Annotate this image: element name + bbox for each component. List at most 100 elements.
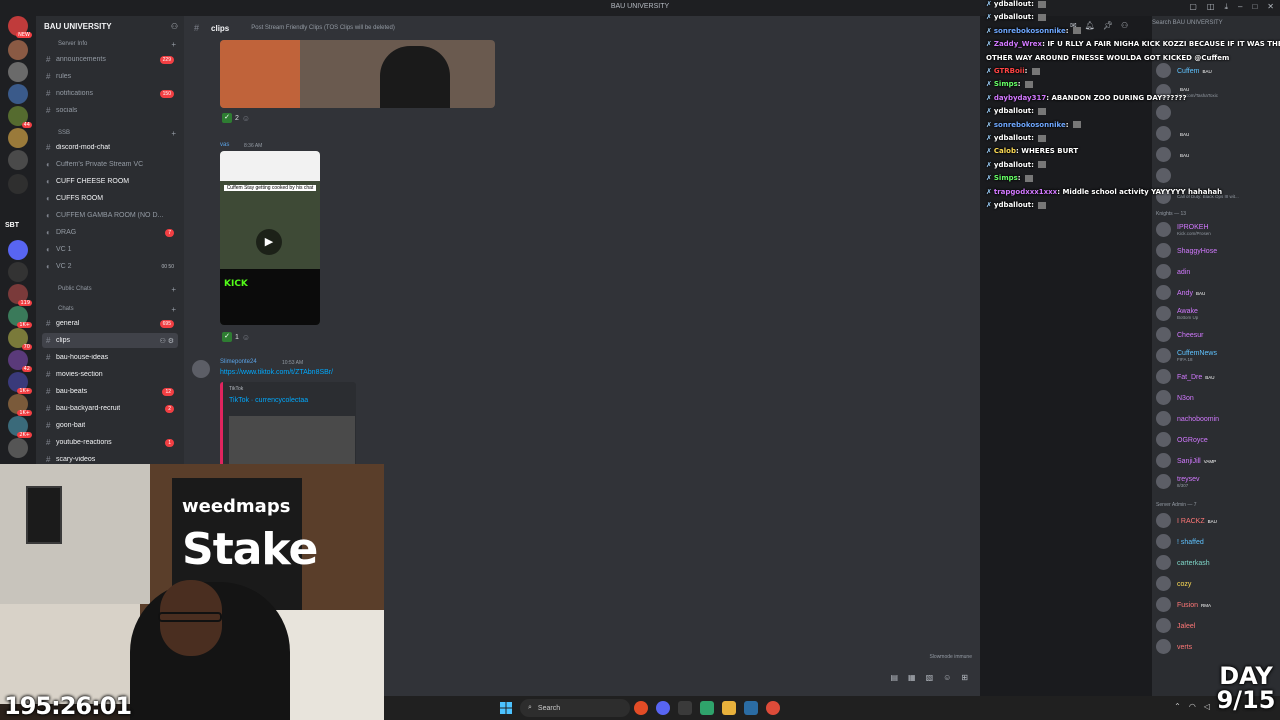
server-icon[interactable] [8, 438, 28, 458]
steam-icon[interactable] [744, 701, 758, 715]
plus-icon[interactable]: + [171, 129, 176, 138]
voice-channel[interactable]: ◐ CUFFS ROOM [42, 191, 178, 206]
message-author[interactable]: vas [220, 142, 229, 148]
member-item[interactable]: OGRoyce [1154, 429, 1278, 449]
category-public-chats[interactable]: Public Chats [58, 286, 92, 292]
channel-socials[interactable]: # socials [42, 103, 178, 118]
member-item[interactable]: N3on [1154, 387, 1278, 407]
reaction-check[interactable]: ✓ 2 ☺ [222, 113, 250, 123]
gift-icon[interactable]: ▤ [890, 673, 898, 682]
app-icon[interactable] [700, 701, 714, 715]
member-item[interactable]: adin [1154, 261, 1278, 281]
server-icon[interactable]: 119 [8, 284, 32, 306]
channel-bau-beats[interactable]: # bau-beats 12 [42, 384, 178, 399]
add-reaction-icon[interactable]: ☺ [242, 333, 250, 342]
member-item[interactable]: SanjiJill VAMP [1154, 450, 1278, 470]
message-image[interactable] [220, 40, 495, 108]
member-item[interactable]: I RACKZ BAU [1154, 510, 1278, 530]
channel-discord-mod-chat[interactable]: # discord-mod-chat [42, 140, 178, 155]
volume-icon[interactable]: ◁ [1204, 702, 1210, 711]
member-item[interactable]: Cheesur [1154, 324, 1278, 344]
member-item[interactable]: ! shaffed [1154, 531, 1278, 551]
server-icon[interactable]: 1K+ [8, 372, 32, 394]
channel-goon-bait[interactable]: # goon-bait [42, 418, 178, 433]
channel-movies-section[interactable]: # movies-section [42, 367, 178, 382]
member-item[interactable]: Andy BAU [1154, 282, 1278, 302]
discord-icon[interactable] [656, 701, 670, 715]
chrome-icon[interactable] [634, 701, 648, 715]
server-icon[interactable] [8, 240, 28, 260]
channel-youtube-reactions[interactable]: # youtube-reactions 1 [42, 435, 178, 450]
add-reaction-icon[interactable]: ☺ [242, 114, 250, 123]
server-name[interactable]: BAU UNIVERSITY [44, 22, 112, 31]
member-item[interactable]: nachoboomin [1154, 408, 1278, 428]
taskbar-search[interactable]: ⌕ Search [520, 699, 630, 717]
apps-icon[interactable]: ⊞ [961, 673, 968, 682]
voice-channel[interactable]: ◐ Cuffem's Private Stream VC [42, 157, 178, 172]
gif-icon[interactable]: ▦ [908, 673, 916, 682]
server-label[interactable]: SBT [5, 222, 19, 229]
server-icon[interactable]: 44 [8, 106, 32, 128]
member-item[interactable]: carterkash [1154, 552, 1278, 572]
plus-icon[interactable]: + [171, 305, 176, 314]
channel-announcements[interactable]: # announcements 229 [42, 52, 178, 67]
sticker-icon[interactable]: ▧ [926, 673, 934, 682]
plus-icon[interactable]: + [171, 40, 176, 49]
channel-topic[interactable]: Post Stream Friendly Clips (TOS Clips wi… [251, 25, 395, 31]
server-icon[interactable]: 42 [8, 350, 32, 372]
file-explorer-icon[interactable] [722, 701, 736, 715]
member-item[interactable]: Jaleel [1154, 615, 1278, 635]
voice-channel[interactable]: ◐ CUFF CHEESE ROOM [42, 174, 178, 189]
channel-bau-backyard-recruit[interactable]: # bau-backyard-recruit 2 [42, 401, 178, 416]
voice-channel[interactable]: ◐ DRAG 7 [42, 225, 178, 240]
server-icon[interactable]: 70 [8, 328, 32, 350]
voice-channel[interactable]: ◐ CUFFEM GAMBA ROOM (NO D... [42, 208, 178, 223]
server-icon[interactable] [8, 174, 28, 194]
channel-general[interactable]: # general 695 [42, 316, 178, 331]
channel-scary-videos[interactable]: # scary-videos [42, 452, 178, 464]
chevron-up-icon[interactable]: ⌃ [1174, 702, 1181, 711]
channel-notifications[interactable]: # notifications 150 [42, 86, 178, 101]
category-server-info[interactable]: Server Info [58, 41, 87, 47]
member-item[interactable]: Awake Bottom Up [1154, 303, 1278, 323]
play-icon[interactable]: ▶ [256, 229, 282, 255]
avatar[interactable] [192, 360, 210, 378]
channel-clips[interactable]: # clips ⚇ ⚙ [42, 333, 178, 348]
windows-start-icon[interactable] [500, 702, 512, 714]
wifi-icon[interactable]: ◠ [1189, 702, 1196, 711]
server-icon[interactable] [8, 62, 28, 82]
member-item[interactable]: cozy [1154, 573, 1278, 593]
category-chats[interactable]: Chats [58, 306, 74, 312]
plus-icon[interactable]: + [171, 285, 176, 294]
message-link[interactable]: https://www.tiktok.com/t/ZTAbn8SBr/ [220, 369, 333, 376]
channel-settings-icon[interactable]: ⚇ ⚙ [160, 337, 175, 345]
channel-bau-house-ideas[interactable]: # bau-house-ideas [42, 350, 178, 365]
server-icon[interactable]: 1K+ [8, 306, 32, 328]
video-attachment[interactable]: Cuffem Stay getting cooked by his chat ▶… [220, 151, 320, 325]
channel-rules[interactable]: # rules [42, 69, 178, 84]
voice-channel[interactable]: ◐ VC 2 00 50 [42, 259, 178, 274]
server-icon[interactable] [8, 40, 28, 60]
embed-title[interactable]: TikTok · currencycolectaa [229, 397, 308, 404]
add-member-icon[interactable]: ⚇ [171, 22, 178, 31]
member-item[interactable]: Fat_Dre BAU [1154, 366, 1278, 386]
app-icon[interactable] [678, 701, 692, 715]
server-icon[interactable] [8, 84, 28, 104]
member-item[interactable]: CuffemNews FIFA 18 [1154, 345, 1278, 365]
server-icon[interactable]: 1K+ [8, 394, 32, 416]
reaction-check[interactable]: ✓ 1 ☺ [222, 332, 250, 342]
emoji-icon[interactable]: ☺ [943, 673, 951, 682]
member-item[interactable]: verts [1154, 636, 1278, 656]
server-icon[interactable] [8, 150, 28, 170]
server-icon[interactable] [8, 128, 28, 148]
server-icon[interactable] [8, 262, 28, 282]
member-item[interactable]: ShaggyHose [1154, 240, 1278, 260]
member-item[interactable]: Fusion RMA [1154, 594, 1278, 614]
member-item[interactable]: treysev 8/307 [1154, 471, 1278, 491]
message-author[interactable]: Slimeponte24 [220, 359, 257, 365]
browser-icon[interactable] [766, 701, 780, 715]
voice-channel[interactable]: ◐ VC 1 [42, 242, 178, 257]
category-ssb[interactable]: SSB [58, 130, 70, 136]
close-icon[interactable]: ✕ [1267, 2, 1274, 12]
server-icon[interactable]: 2K+ [8, 416, 32, 438]
